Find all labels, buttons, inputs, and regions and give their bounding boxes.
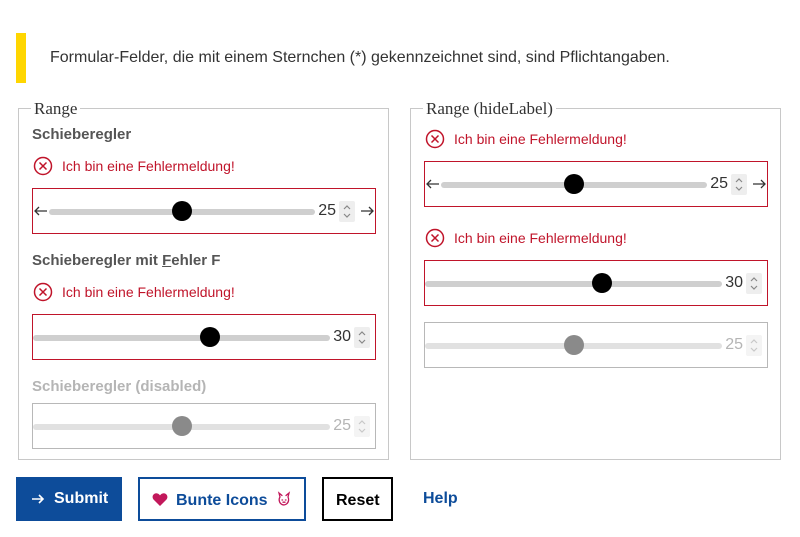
fieldset-legend: Range (hideLabel) <box>423 99 556 119</box>
slider-value: 30 <box>333 328 351 345</box>
slider-thumb <box>172 416 192 436</box>
arrow-right-icon[interactable] <box>751 176 767 192</box>
slider-label: Schieberegler <box>32 126 132 143</box>
value-stepper[interactable] <box>746 273 762 294</box>
slider-thumb[interactable] <box>172 201 192 221</box>
bunte-icons-label: Bunte Icons <box>176 492 268 509</box>
submit-button[interactable]: Submit <box>16 477 122 521</box>
error-text: Ich bin eine Fehlermeldung! <box>454 230 627 246</box>
fieldset-legend: Range <box>31 99 81 119</box>
slider-value: 25 <box>710 175 728 192</box>
slider-field-disabled: 25 <box>424 322 768 368</box>
slider-label-disabled: Schieberegler (disabled) <box>32 378 207 395</box>
slider-label-with-error: Schieberegler mit Fehler F <box>32 252 221 269</box>
error-text: Ich bin eine Fehlermeldung! <box>62 284 235 300</box>
slider-field-disabled: 25 <box>32 403 376 449</box>
slider-thumb[interactable] <box>200 327 220 347</box>
slider-thumb <box>564 335 584 355</box>
slider-field: 30 <box>424 260 768 306</box>
reset-button[interactable]: Reset <box>322 477 393 521</box>
help-button[interactable]: Help <box>410 477 470 521</box>
cat-icon <box>277 491 291 506</box>
value-stepper[interactable] <box>339 201 355 222</box>
arrow-left-icon[interactable] <box>33 203 49 219</box>
help-label: Help <box>423 490 458 507</box>
submit-label: Submit <box>54 490 109 507</box>
value-stepper <box>354 416 370 437</box>
slider-value: 25 <box>725 336 743 353</box>
slider-value: 25 <box>333 417 351 434</box>
error-text: Ich bin eine Fehlermeldung! <box>454 131 627 147</box>
error-icon <box>33 156 53 176</box>
slider-value: 30 <box>725 274 743 291</box>
error-icon <box>425 228 445 248</box>
value-stepper <box>746 335 762 356</box>
notice-text: Formular-Felder, die mit einem Sternchen… <box>50 49 670 66</box>
range-hidelabel-fieldset: Range (hideLabel) Ich bin eine Fehlermel… <box>410 99 781 460</box>
bunte-icons-button[interactable]: Bunte Icons <box>138 477 306 521</box>
notice-accent-bar <box>16 33 26 83</box>
heart-icon <box>152 493 168 506</box>
error-icon <box>33 282 53 302</box>
reset-label: Reset <box>336 492 380 509</box>
arrow-right-icon <box>32 494 45 504</box>
value-stepper[interactable] <box>354 327 370 348</box>
slider-track[interactable] <box>33 335 330 341</box>
slider-field: 25 <box>32 188 376 234</box>
arrow-left-icon[interactable] <box>425 176 441 192</box>
slider-track[interactable] <box>425 281 722 287</box>
error-text: Ich bin eine Fehlermeldung! <box>62 158 235 174</box>
range-fieldset: Range Schieberegler Ich bin eine Fehlerm… <box>18 99 389 460</box>
slider-field: 30 <box>32 314 376 360</box>
arrow-right-icon[interactable] <box>359 203 375 219</box>
slider-thumb[interactable] <box>592 273 612 293</box>
required-fields-notice: Formular-Felder, die mit einem Sternchen… <box>16 33 776 83</box>
slider-field: 25 <box>424 161 768 207</box>
error-icon <box>425 129 445 149</box>
value-stepper[interactable] <box>731 174 747 195</box>
slider-value: 25 <box>318 202 336 219</box>
slider-thumb[interactable] <box>564 174 584 194</box>
